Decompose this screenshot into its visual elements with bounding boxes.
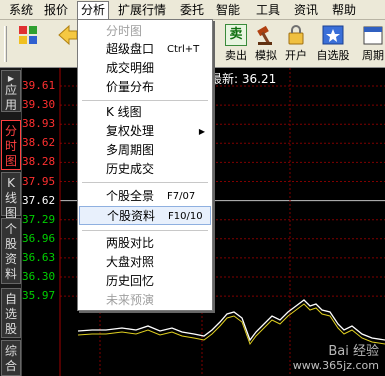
watchlist-label: 自选股: [316, 49, 350, 62]
menu-option-timeshare: 分时图: [79, 22, 211, 41]
menu-separator: [82, 182, 208, 183]
option-shortcut: F7/07: [167, 191, 196, 202]
toolbar-grip: [4, 26, 7, 62]
calendar-icon: [363, 26, 383, 45]
option-label: 复权处理: [106, 124, 155, 138]
price-tick-label: 39.61: [22, 79, 56, 92]
analysis-dropdown-menu: 分时图 超级盘口 Ctrl+T 成交明细 价量分布 K 线图 复权处理 ▶ 多周期图…: [77, 19, 213, 311]
tab-timeshare-label: 分时图: [4, 124, 17, 168]
tab-kline[interactable]: K线图: [1, 172, 21, 220]
tab-composite-label: 综合: [4, 344, 17, 373]
star-icon: [322, 25, 344, 45]
price-tick-label: 37.62: [22, 193, 56, 207]
option-label: 个股全景: [106, 189, 155, 203]
menu-option-trade-details[interactable]: 成交明细: [79, 59, 211, 78]
gavel-icon: [257, 25, 272, 45]
menu-quotes[interactable]: 报价: [42, 2, 70, 18]
option-label: 个股资料: [107, 209, 156, 223]
option-label: 历史回忆: [106, 274, 155, 288]
tab-apps[interactable]: ▶ 应用: [1, 70, 21, 112]
open-account-label: 开户: [285, 49, 307, 62]
side-tab-strip: ▶ 应用 分时图 K线图 个股资料 自选股 综合: [0, 68, 22, 376]
price-tick-label: 36.63: [22, 250, 56, 264]
grid-icon: [19, 26, 37, 44]
menu-option-compare-two[interactable]: 两股对比: [79, 234, 211, 253]
price-tick-label: 37.29: [22, 212, 56, 226]
option-label: 两股对比: [106, 236, 155, 250]
option-shortcut: F10/10: [168, 211, 203, 222]
sell-label: 卖出: [225, 49, 247, 62]
price-tick-label: 39.30: [22, 98, 56, 112]
menu-option-future-preview: 未来预演: [79, 291, 211, 310]
option-label: K 线图: [106, 105, 142, 119]
price-tick-label: 37.95: [22, 174, 56, 188]
option-label: 大盘对照: [106, 255, 155, 269]
price-tick-label: 35.97: [22, 289, 56, 303]
tab-watchlist-label: 自选股: [4, 292, 17, 336]
tab-composite[interactable]: 综合: [1, 340, 21, 376]
tab-kline-label: K线图: [4, 176, 17, 220]
tab-stock-info-label: 个股资料: [4, 222, 17, 281]
watermark: Bai 经验 www.365jz.com: [293, 340, 379, 372]
latest-price-readout: 最新: 36.21: [210, 72, 277, 86]
tab-apps-label: 应用: [4, 83, 17, 112]
menu-separator: [82, 230, 208, 231]
menu-tools[interactable]: 工具: [254, 2, 282, 18]
menu-smart[interactable]: 智能: [214, 2, 242, 18]
price-tick-label: 38.62: [22, 136, 56, 150]
menu-bar: 系统 报价 分析 扩展行情 委托 智能 工具 资讯 帮助: [0, 0, 385, 20]
sell-icon: 卖: [225, 24, 247, 46]
option-label: 未来预演: [106, 293, 155, 307]
open-account-button[interactable]: 开户: [282, 24, 310, 64]
watchlist-button[interactable]: 自选股: [314, 24, 352, 64]
menu-separator: [82, 100, 208, 101]
submenu-arrow-icon: ▶: [198, 127, 205, 136]
menu-option-stock-info[interactable]: 个股资料 F10/10: [79, 206, 211, 225]
menu-option-super-depth[interactable]: 超级盘口 Ctrl+T: [79, 40, 211, 59]
menu-option-history-recall[interactable]: 历史回忆: [79, 272, 211, 291]
option-label: 历史成交: [106, 162, 155, 176]
watermark-url: www.365jz.com: [292, 359, 379, 372]
menu-analysis[interactable]: 分析: [77, 1, 109, 20]
menu-trade[interactable]: 委托: [178, 2, 206, 18]
menu-option-kline[interactable]: K 线图: [79, 103, 211, 122]
period-label: 周期: [362, 49, 384, 62]
simulate-label: 模拟: [255, 49, 277, 62]
menu-help[interactable]: 帮助: [330, 2, 358, 18]
tab-stock-info[interactable]: 个股资料: [1, 218, 21, 284]
price-tick-label: 36.96: [22, 231, 56, 245]
tab-timeshare[interactable]: 分时图: [1, 120, 21, 170]
tab-watchlist[interactable]: 自选股: [1, 288, 21, 338]
price-tick-label: 38.28: [22, 155, 56, 169]
option-label: 超级盘口: [106, 42, 155, 56]
menu-option-adjustment[interactable]: 复权处理 ▶: [79, 122, 211, 141]
period-button[interactable]: 周期: [358, 24, 385, 64]
arrow-left-icon: [58, 24, 78, 46]
menu-option-volume-at-price[interactable]: 价量分布: [79, 78, 211, 97]
option-label: 多周期图: [106, 143, 155, 157]
sell-button[interactable]: 卖 卖出: [222, 24, 250, 64]
watermark-brand: Bai 经验: [328, 344, 379, 359]
price-tick-label: 38.93: [22, 117, 56, 131]
simulate-button[interactable]: 模拟: [252, 24, 280, 64]
option-label: 成交明细: [106, 61, 155, 75]
lock-icon: [288, 25, 304, 45]
price-tick-label: 36.30: [22, 270, 56, 283]
layout-button[interactable]: [14, 24, 42, 64]
menu-news[interactable]: 资讯: [292, 2, 320, 18]
option-label: 分时图: [106, 24, 143, 38]
menu-option-history-trades[interactable]: 历史成交: [79, 160, 211, 179]
menu-extended-quotes[interactable]: 扩展行情: [116, 2, 168, 18]
menu-option-index-overlay[interactable]: 大盘对照: [79, 253, 211, 272]
triangle-right-icon: ▶: [7, 74, 15, 83]
menu-option-multi-period[interactable]: 多周期图: [79, 141, 211, 160]
menu-option-stock-panorama[interactable]: 个股全景 F7/07: [79, 187, 211, 206]
option-label: 价量分布: [106, 80, 155, 94]
menu-system[interactable]: 系统: [8, 2, 34, 18]
option-shortcut: Ctrl+T: [167, 44, 200, 55]
